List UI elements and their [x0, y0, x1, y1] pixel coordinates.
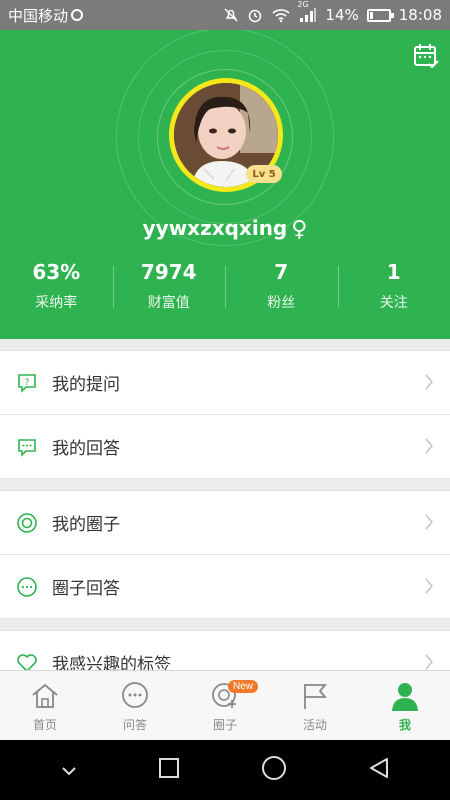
chat-icon	[120, 681, 150, 711]
notification-dot-icon	[71, 9, 84, 21]
section-gap	[0, 479, 450, 491]
circle-target-icon	[16, 512, 38, 534]
stat-value: 7	[274, 260, 289, 284]
home-icon	[30, 681, 60, 711]
hide-keyboard-chevron-icon[interactable]	[61, 761, 77, 780]
tab-label: 圈子	[212, 718, 237, 732]
stat-value: 63%	[32, 260, 81, 284]
chevron-right-icon	[424, 373, 434, 395]
tab-activities[interactable]: 活动	[270, 671, 360, 740]
menu-item-circle-answers[interactable]: 圈子回答	[0, 555, 450, 619]
username: yywxzxqxing	[142, 216, 288, 240]
alarm-icon	[247, 7, 263, 23]
svg-text:?: ?	[25, 378, 30, 388]
signal-icon: 2G	[297, 0, 317, 23]
username-row: yywxzxqxing ♀	[0, 216, 450, 242]
network-type: 2G	[297, 0, 309, 9]
back-button-icon[interactable]	[368, 757, 390, 783]
tab-home[interactable]: 首页	[0, 671, 90, 740]
stat-label: 采纳率	[35, 295, 78, 311]
stat-label: 财富值	[147, 295, 190, 311]
menu-item-label: 圈子回答	[52, 579, 120, 599]
tab-label: 我	[398, 718, 411, 732]
battery-percent: 14%	[325, 6, 359, 24]
stat-fans[interactable]: 7 粉丝	[225, 260, 338, 312]
tab-circle[interactable]: New 圈子	[180, 671, 270, 740]
stats-row: 63% 采纳率 7974 财富值 7 粉丝 1 关注	[0, 260, 450, 312]
home-button-icon[interactable]	[261, 755, 287, 785]
stat-adoption-rate[interactable]: 63% 采纳率	[0, 260, 113, 312]
system-nav-bar	[0, 740, 450, 800]
wifi-icon	[271, 7, 291, 23]
menu-item-my-questions[interactable]: ? 我的提问	[0, 351, 450, 415]
answer-bubble-icon	[16, 436, 38, 458]
tab-label: 首页	[32, 718, 57, 732]
stat-value: 1	[386, 260, 401, 284]
level-badge: Lv 5	[246, 165, 282, 183]
female-icon: ♀	[291, 217, 308, 242]
recents-button-icon[interactable]	[158, 757, 180, 783]
section-gap	[0, 339, 450, 351]
stat-label: 粉丝	[267, 295, 296, 311]
flag-icon	[300, 681, 330, 711]
menu-item-label: 我的提问	[52, 375, 120, 395]
tab-qa[interactable]: 问答	[90, 671, 180, 740]
chat-circle-icon	[16, 576, 38, 598]
carrier-name: 中国移动	[8, 6, 69, 25]
stat-following[interactable]: 1 关注	[337, 260, 450, 312]
profile-header: Lv 5 yywxzxqxing ♀ 63% 采纳率 7974 财富值 7 粉丝 …	[0, 30, 450, 339]
chevron-right-icon	[424, 437, 434, 459]
status-bar: 中国移动 2G 14% 18:08	[0, 0, 450, 30]
chevron-right-icon	[424, 513, 434, 535]
stat-wealth[interactable]: 7974 财富值	[112, 260, 226, 312]
menu-item-my-circles[interactable]: 我的圈子	[0, 491, 450, 555]
section-gap	[0, 619, 450, 631]
menu-item-my-answers[interactable]: 我的回答	[0, 415, 450, 479]
tab-label: 活动	[302, 718, 327, 732]
calendar-checkin-icon[interactable]	[412, 42, 440, 70]
user-icon	[390, 681, 420, 711]
mute-icon	[223, 7, 239, 23]
new-badge: New	[228, 680, 259, 693]
bottom-tab-bar: 首页 问答 New 圈子 活动 我	[0, 670, 450, 740]
menu-list: ? 我的提问 我的回答 我的圈子 圈子回答 我感兴趣的标签	[0, 339, 450, 695]
clock: 18:08	[398, 6, 442, 24]
battery-icon	[366, 8, 394, 22]
tab-label: 问答	[122, 718, 147, 732]
stat-value: 7974	[140, 260, 197, 284]
stat-label: 关注	[379, 295, 408, 311]
menu-item-label: 我的圈子	[52, 515, 120, 535]
question-bubble-icon: ?	[16, 372, 38, 394]
tab-me[interactable]: 我	[360, 671, 450, 740]
chevron-right-icon	[424, 577, 434, 599]
menu-item-label: 我的回答	[52, 439, 120, 459]
